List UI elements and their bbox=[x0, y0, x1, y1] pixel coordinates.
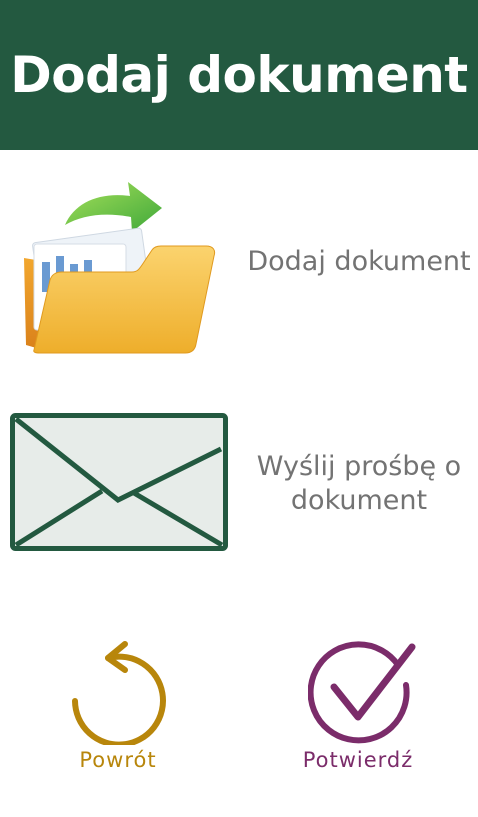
page-header: Dodaj dokument bbox=[0, 0, 478, 150]
undo-arrow-icon bbox=[72, 641, 166, 745]
envelope-icon bbox=[10, 413, 228, 556]
confirm-button[interactable]: Potwierdź bbox=[278, 635, 438, 785]
add-document-label: Dodaj dokument bbox=[247, 246, 471, 277]
open-folder-icon bbox=[20, 170, 220, 360]
confirm-label: Potwierdź bbox=[302, 748, 414, 772]
back-button[interactable]: Powrót bbox=[38, 635, 198, 785]
request-document-option[interactable]: Wyślij prośbę o dokument bbox=[0, 400, 478, 565]
page-title: Dodaj dokument bbox=[10, 46, 468, 104]
add-document-option[interactable]: Dodaj dokument bbox=[0, 165, 478, 360]
request-document-label: Wyślij prośbę o dokument bbox=[256, 451, 462, 516]
back-label: Powrót bbox=[79, 748, 157, 772]
checkmark-icon bbox=[308, 641, 416, 744]
